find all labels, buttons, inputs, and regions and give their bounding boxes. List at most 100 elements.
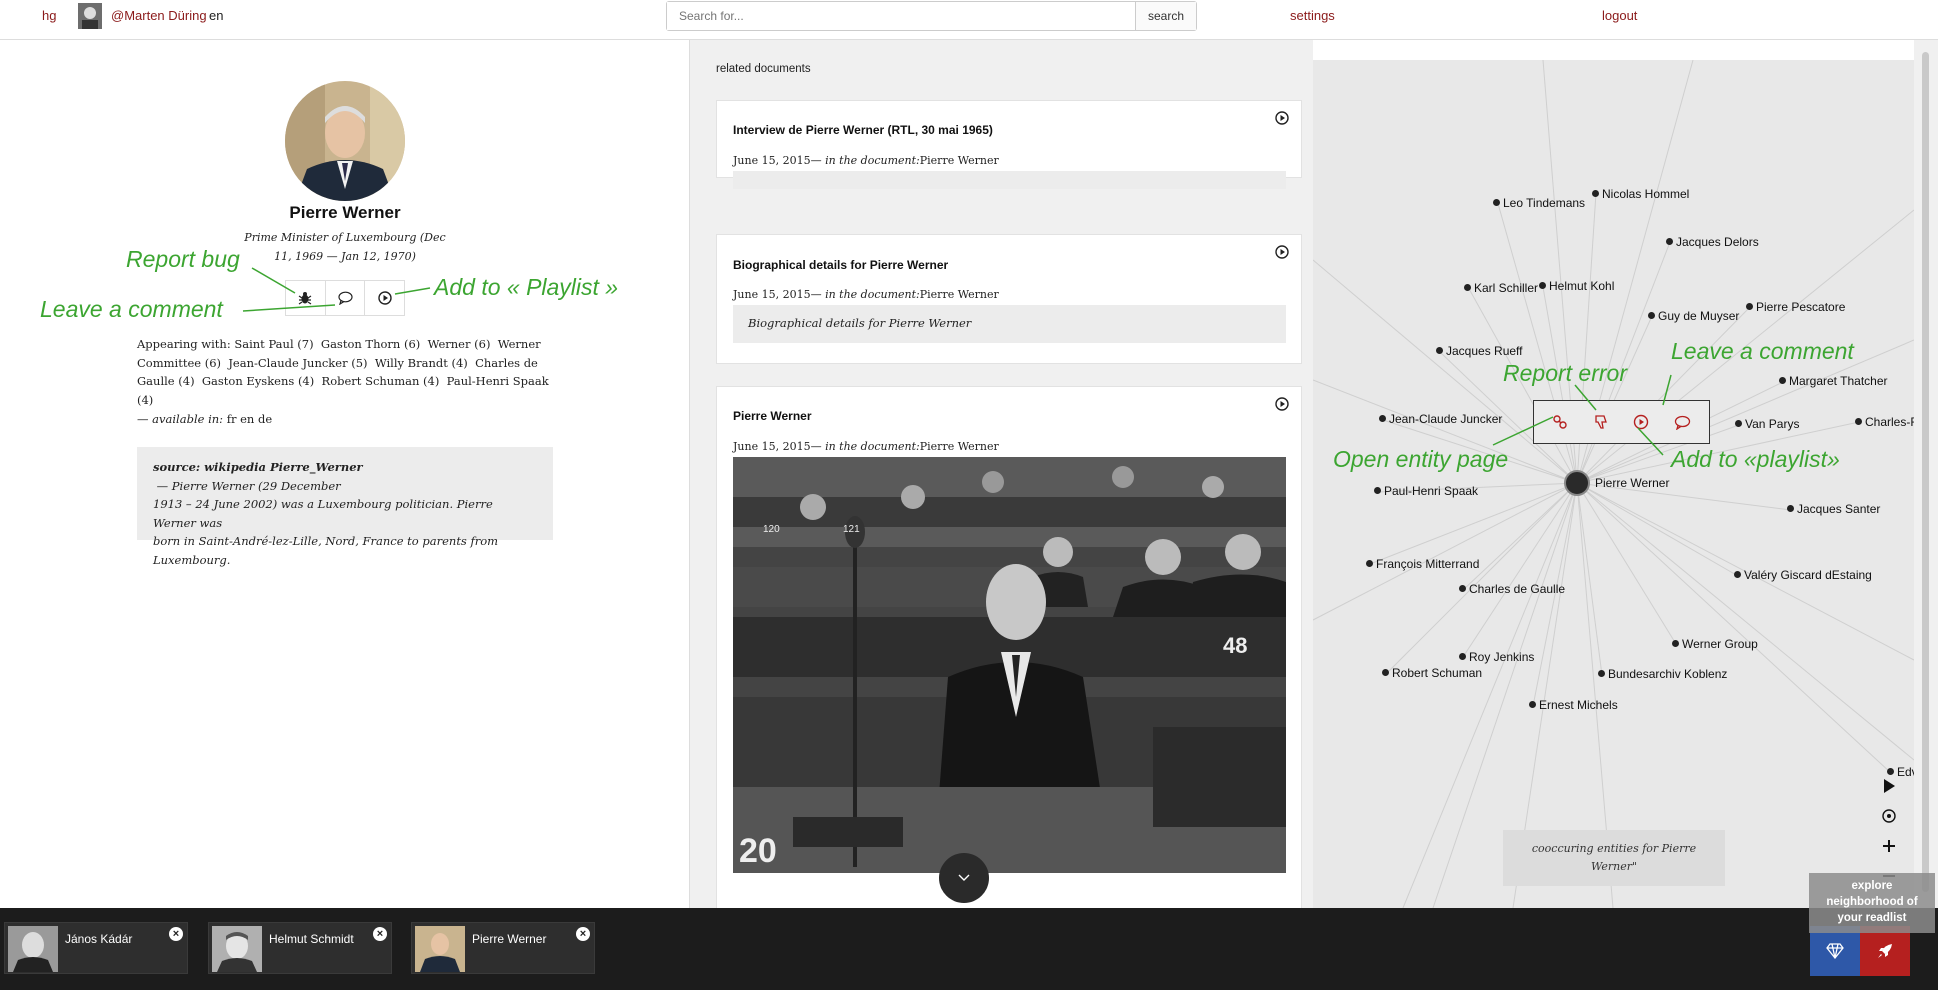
explore-diamond-button[interactable] [1810,926,1860,976]
close-icon[interactable]: × [169,927,183,941]
comment-button[interactable] [326,281,366,315]
annotation-report-bug: Report bug [126,246,240,272]
graph-node[interactable]: Margaret Thatcher [1779,374,1888,388]
graph-node[interactable]: François Mitterrand [1366,557,1479,571]
play-circle-icon[interactable] [1275,111,1289,125]
graph-node[interactable]: Robert Schuman [1382,666,1482,680]
explore-tooltip-line: explore [1851,880,1893,892]
readlist-item-name[interactable]: János Kádár [65,932,132,946]
source-text: Luxembourg. [153,552,231,567]
readlist-item[interactable]: Helmut Schmidt × [208,922,392,974]
readlist-item-photo [212,926,262,972]
document-title[interactable]: Pierre Werner [733,409,812,423]
graph-node[interactable]: Nicolas Hommel [1592,187,1689,201]
play-circle-icon[interactable] [1275,245,1289,259]
graph-node[interactable]: Valéry Giscard dEstaing [1734,568,1872,582]
explore-tooltip-line: your readlist [1837,912,1907,924]
close-icon[interactable]: × [576,927,590,941]
graph-node[interactable]: Charles-F [1855,415,1914,429]
play-icon[interactable] [1879,776,1899,796]
graph-node[interactable]: Guy de Muyser [1648,309,1739,323]
readlist-tray: János Kádár × Helmut Schmidt × Pierre We… [0,908,1938,990]
graph-node[interactable]: Jacques Delors [1666,235,1759,249]
appearing-line[interactable]: Committee (6) Jean-Claude Juncker (5) Wi… [137,354,557,373]
appearing-line[interactable]: (4) [137,391,557,410]
appearing-line[interactable]: Gaulle (4) Gaston Eyskens (4) Robert Sch… [137,372,557,391]
document-card[interactable]: Biographical details for Pierre Werner J… [716,234,1302,364]
document-in-label: — in the document: [810,440,920,453]
available-langs[interactable]: fr en de [223,412,272,426]
document-excerpt: Biographical details for Pierre Werner [733,305,1286,343]
scrollbar[interactable] [1914,40,1938,908]
entity-actions [285,280,405,316]
graph-node[interactable]: Karl Schiller [1464,281,1538,295]
graph-node[interactable]: Helmut Kohl [1539,279,1614,293]
rocket-icon [1878,944,1892,958]
source-text: born in Saint-André-lez-Lille, Nord, Fra… [153,534,499,548]
graph-node[interactable]: Paul-Henri Spaak [1374,484,1478,498]
graph-center-label[interactable]: Pierre Werner [1595,476,1669,490]
explore-tooltip-line: neighborhood of [1826,896,1918,908]
scrollbar-thumb[interactable] [1922,52,1929,892]
document-in-label: — in the document: [810,154,920,167]
top-bar: hg @Marten Düring en search settings log… [0,0,1938,40]
graph-node[interactable]: Werner Group [1672,637,1758,651]
scroll-down-button[interactable] [939,853,989,903]
entity-role-line: Prime Minister of Luxembourg (Dec [244,231,446,244]
svg-text:121: 121 [843,524,860,535]
speech-bubble-icon [337,291,353,305]
document-link[interactable]: Pierre Werner [920,154,999,167]
graph-node[interactable]: Leo Tindemans [1493,196,1585,210]
report-bug-button[interactable] [286,281,326,315]
graph-node[interactable]: Jean-Claude Juncker [1379,412,1502,426]
document-link[interactable]: Pierre Werner [920,288,999,301]
graph-caption: cooccuring entities for Pierre Werner" [1503,830,1725,886]
graph-node[interactable]: Jacques Santer [1787,502,1880,516]
target-icon[interactable] [1879,806,1899,826]
search-button[interactable]: search [1135,2,1196,30]
graph-node[interactable]: Van Parys [1735,417,1799,431]
play-circle-icon[interactable] [1633,414,1649,430]
document-date: June 15, 2015 [733,288,811,301]
add-to-playlist-button[interactable] [365,281,404,315]
language-indicator[interactable]: en [209,8,223,23]
logout-link[interactable]: logout [1602,8,1637,23]
user-avatar[interactable] [78,3,102,29]
document-card[interactable]: Pierre Werner June 15, 2015— in the docu… [716,386,1302,916]
readlist-item-name[interactable]: Pierre Werner [472,932,546,946]
annotation-add-playlist: Add to « Playlist » [434,274,619,300]
speech-bubble-icon[interactable] [1674,415,1691,430]
document-card[interactable]: Interview de Pierre Werner (RTL, 30 mai … [716,100,1302,189]
document-in-label: — in the document: [810,288,920,301]
play-circle-icon[interactable] [1275,397,1289,411]
document-link[interactable]: Pierre Werner [920,440,999,453]
link-icon[interactable] [1552,414,1568,430]
appearing-line[interactable]: Appearing with: Saint Paul (7) Gaston Th… [137,335,557,354]
readlist-item[interactable]: János Kádár × [4,922,188,974]
graph-node[interactable]: Ernest Michels [1529,698,1618,712]
close-icon[interactable]: × [373,927,387,941]
graph-node[interactable]: Roy Jenkins [1459,650,1534,664]
explore-rocket-button[interactable] [1860,926,1910,976]
thumbs-down-icon[interactable] [1593,414,1609,430]
readlist-item-name[interactable]: Helmut Schmidt [269,932,354,946]
diamond-icon [1826,943,1844,959]
graph-node[interactable]: Charles de Gaulle [1459,582,1565,596]
source-label[interactable]: source: wikipedia Pierre_Werner [153,460,363,474]
document-title[interactable]: Interview de Pierre Werner (RTL, 30 mai … [733,123,993,137]
user-name-link[interactable]: @Marten Düring [111,8,207,23]
play-circle-icon [377,291,392,305]
search-input[interactable] [667,2,1135,30]
source-text: — Pierre Werner (29 December [153,478,341,493]
graph-center-node[interactable] [1564,470,1590,496]
zoom-in-icon[interactable] [1879,836,1899,856]
graph-node[interactable]: Jacques Rueff [1436,344,1523,358]
graph-node[interactable]: Pierre Pescatore [1746,300,1845,314]
readlist-item[interactable]: Pierre Werner × [411,922,595,974]
document-title[interactable]: Biographical details for Pierre Werner [733,258,948,272]
home-link[interactable]: hg [42,8,56,23]
chevron-down-icon [958,874,970,881]
settings-link[interactable]: settings [1290,8,1335,23]
cooccurrence-graph[interactable]: Leo Tindemans Nicolas Hommel Jacques Del… [1313,60,1914,908]
graph-node[interactable]: Bundesarchiv Koblenz [1598,667,1727,681]
